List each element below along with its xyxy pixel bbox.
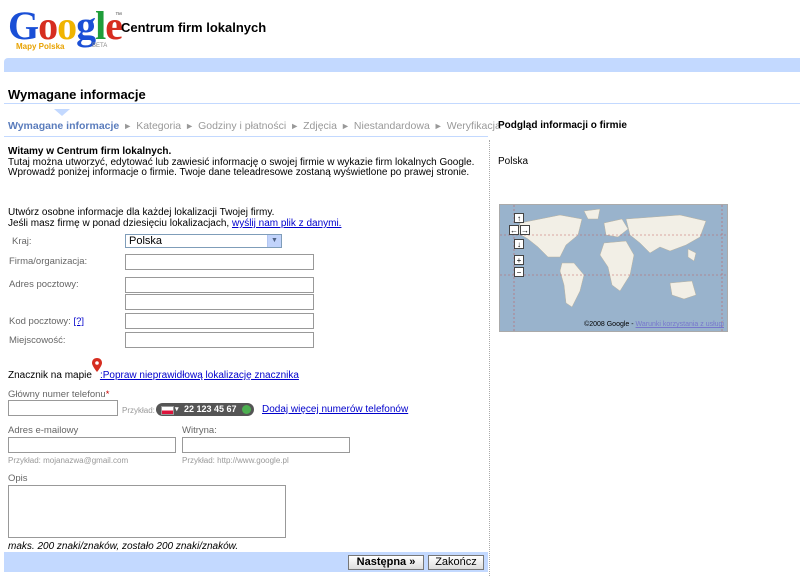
app-title: Centrum firm lokalnych [121, 20, 267, 35]
address-input-line-2[interactable] [125, 294, 314, 310]
steps-breadcrumb: Wymagane informacje ► Kategoria ► Godziny i … [8, 120, 501, 132]
step-arrow-icon: ► [433, 121, 443, 131]
country-select[interactable]: Polska ▼ [125, 234, 282, 248]
website-label: Witryna: [182, 425, 217, 436]
phone-example-label: Przykład: [122, 406, 155, 415]
phone-input[interactable] [8, 400, 118, 416]
required-asterisk: * [105, 389, 110, 400]
step-arrow-icon: ► [185, 121, 195, 131]
zoom-out-icon[interactable]: − [514, 267, 524, 277]
dropdown-arrow-icon: ▾ [175, 406, 179, 413]
upload-data-file-link[interactable]: wyślij nam plik z danymi. [232, 218, 341, 229]
address-label: Adres pocztowy: [9, 279, 79, 290]
postal-code-label: Kod pocztowy: [?] [9, 316, 84, 327]
call-icon [242, 405, 251, 414]
char-counter: maks. 200 znaki/znaków, zostało 200 znak… [8, 541, 239, 552]
city-input[interactable] [125, 332, 314, 348]
finish-button[interactable]: Zakończ [428, 555, 484, 570]
intro-body: Tutaj można utworzyć, edytować lub zawie… [8, 156, 475, 178]
step-required-info[interactable]: Wymagane informacje [8, 120, 119, 132]
logo-wordmark: Google [8, 3, 123, 48]
divider [4, 136, 488, 137]
zoom-in-icon[interactable]: + [514, 255, 524, 265]
description-textarea[interactable] [8, 485, 286, 538]
poland-flag-icon [161, 406, 174, 415]
phone-label: Główny numer telefonu* [8, 389, 109, 400]
marker-row: Znacznik na mapie :Popraw nieprawidłową l… [8, 370, 299, 381]
postal-code-help-link[interactable]: [?] [73, 316, 84, 327]
email-example: Przykład: mojanazwa@gmail.com [8, 456, 129, 465]
step-verification: Weryfikacja [446, 120, 501, 132]
preview-country: Polska [498, 156, 529, 167]
pan-right-icon[interactable]: → [520, 225, 530, 235]
locations-note: Utwórz osobne informacje dla każdej loka… [8, 207, 484, 229]
description-label: Opis [8, 473, 28, 484]
map-copyright: ©2008 Google - Warunki korzystania z usł… [584, 321, 724, 328]
pan-left-icon[interactable]: ← [509, 225, 519, 235]
chevron-down-icon: ▼ [267, 235, 281, 247]
step-arrow-icon: ► [123, 121, 133, 131]
active-step-marker [54, 109, 70, 116]
phone-example-number: 22 123 45 67 [184, 404, 237, 414]
logo-subtitle: Mapy Polska [16, 42, 65, 51]
phone-example-badge: ▾ 22 123 45 67 [156, 403, 254, 416]
email-label: Adres e-mailowy [8, 425, 79, 436]
next-button[interactable]: Następna » [348, 555, 424, 570]
top-bar [4, 58, 800, 72]
step-arrow-icon: ► [290, 121, 300, 131]
logo-trademark: ™ [115, 12, 122, 19]
pan-up-icon[interactable]: ↑ [514, 213, 524, 223]
postal-code-input[interactable] [125, 313, 314, 329]
column-divider [489, 140, 490, 576]
preview-title: Podgląd informacji o firmie [498, 120, 627, 131]
world-map-land [500, 205, 727, 331]
note-line-1: Utwórz osobne informacje dla każdej loka… [8, 207, 275, 218]
step-photos: Zdjęcia [303, 120, 337, 132]
intro-text: Witamy w Centrum firm lokalnych. Tutaj m… [8, 146, 484, 179]
logo-beta: BETA [92, 43, 108, 49]
map-terms-link[interactable]: Warunki korzystania z usługi [636, 321, 724, 328]
address-input-line-1[interactable] [125, 277, 314, 293]
city-label: Miejscowość: [9, 335, 66, 346]
email-input[interactable] [8, 437, 176, 453]
google-logo[interactable]: Google ™ Mapy Polska BETA [8, 6, 123, 52]
note-line-2: Jeśli masz firmę w ponad dziesięciu loka… [8, 218, 230, 229]
map-copyright-text: ©2008 Google - [584, 321, 634, 328]
preview-map[interactable]: ↑ ← → ↓ + − ©2008 Google - Warunki korzy… [499, 204, 728, 332]
add-phone-numbers-link[interactable]: Dodaj więcej numerów telefonów [262, 404, 408, 415]
company-label: Firma/organizacja: [9, 256, 88, 267]
pan-down-icon[interactable]: ↓ [514, 239, 524, 249]
country-select-value: Polska [129, 235, 163, 247]
fix-marker-link[interactable]: :Popraw nieprawidłową lokalizację znaczn… [100, 370, 299, 381]
website-example: Przykład: http://www.google.pl [182, 456, 289, 465]
website-input[interactable] [182, 437, 350, 453]
step-arrow-icon: ► [340, 121, 350, 131]
company-input[interactable] [125, 254, 314, 270]
step-category: Kategoria [136, 120, 182, 132]
marker-label: Znacznik na mapie [8, 370, 92, 381]
country-label: Kraj: [12, 236, 32, 247]
divider [4, 103, 800, 104]
step-custom: Niestandardowa [353, 120, 430, 132]
page-title: Wymagane informacje [8, 87, 146, 102]
intro-heading: Witamy w Centrum firm lokalnych. [8, 146, 172, 157]
phone-label-text: Główny numer telefonu [8, 389, 106, 400]
postal-code-label-text: Kod pocztowy: [9, 316, 71, 327]
step-hours-payments: Godziny i płatności [198, 120, 287, 132]
